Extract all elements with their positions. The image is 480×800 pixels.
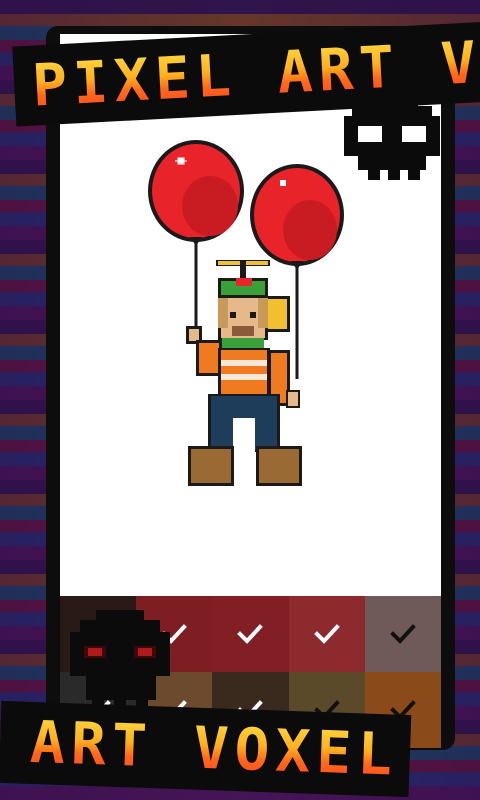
checkmark-icon bbox=[237, 624, 264, 644]
skull-icon bbox=[70, 610, 170, 714]
palette-swatch[interactable] bbox=[288, 596, 365, 672]
checkmark-icon bbox=[313, 624, 340, 644]
palette-swatch[interactable] bbox=[364, 596, 441, 672]
checkmark-icon bbox=[390, 624, 416, 644]
title-text-bottom: ART VOXEL bbox=[28, 707, 400, 789]
palette-swatch[interactable] bbox=[212, 596, 289, 672]
skull-icon bbox=[344, 96, 440, 180]
title-banner-bottom: ART VOXEL bbox=[0, 700, 412, 798]
